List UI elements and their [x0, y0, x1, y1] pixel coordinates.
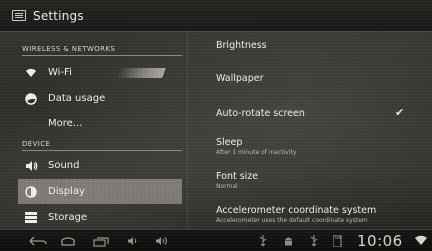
recent-apps-icon[interactable] [93, 234, 109, 248]
pref-title: Sleep [216, 137, 243, 148]
pref-accelerometer[interactable]: Accelerometer coordinate system Accelero… [216, 205, 416, 224]
speaker-icon [23, 160, 39, 172]
system-bar: 10:06 [0, 229, 432, 251]
header-divider [22, 150, 182, 151]
pref-title: Auto-rotate screen [216, 108, 305, 119]
home-icon[interactable] [60, 234, 76, 248]
action-bar: Settings [0, 0, 432, 32]
pref-summary: Accelerometer uses the default coordinat… [216, 217, 368, 224]
pref-title: Accelerometer coordinate system [216, 205, 377, 216]
pref-sleep[interactable]: Sleep After 1 minute of inactivity [216, 137, 416, 156]
sidebar-item-storage[interactable]: Storage [18, 205, 182, 230]
pref-auto-rotate[interactable]: Auto-rotate screen [216, 108, 416, 119]
usb-icon [258, 235, 268, 247]
pref-title: Font size [216, 171, 259, 182]
sidebar-item-label: Storage [48, 212, 88, 223]
sidebar-item-data-usage[interactable]: Data usage [18, 86, 182, 111]
wifi-signal-icon [414, 234, 428, 246]
wifi-toggle[interactable] [116, 68, 166, 78]
sidebar-item-display[interactable]: Display [18, 179, 182, 204]
sidebar-item-label: More... [48, 118, 83, 129]
header-wireless-networks: WIRELESS & NETWORKS [22, 45, 116, 53]
settings-categories: WIRELESS & NETWORKS Wi-Fi Data usage Mor… [0, 31, 187, 229]
action-bar-title: Settings [33, 8, 84, 23]
sidebar-item-wifi[interactable]: Wi-Fi [18, 60, 182, 85]
display-settings-list: Brightness Wallpaper Auto-rotate screen … [188, 31, 432, 229]
sidebar-item-label: Sound [48, 160, 80, 171]
back-icon[interactable] [28, 234, 48, 248]
usb-icon [309, 235, 319, 247]
pref-title: Brightness [216, 40, 267, 51]
pref-wallpaper[interactable]: Wallpaper [216, 73, 416, 84]
settings-app-icon[interactable] [12, 10, 26, 21]
sidebar-item-label: Wi-Fi [48, 67, 72, 78]
pref-summary: Normal [216, 183, 238, 190]
android-debug-icon [283, 235, 294, 247]
sidebar-item-label: Data usage [48, 93, 106, 104]
pref-brightness[interactable]: Brightness [216, 40, 416, 51]
pref-summary: After 1 minute of inactivity [216, 149, 297, 156]
pref-title: Wallpaper [216, 73, 264, 84]
sidebar-item-sound[interactable]: Sound [18, 153, 182, 178]
header-divider [22, 55, 182, 56]
display-icon [23, 185, 39, 198]
sd-card-icon [333, 235, 342, 247]
sidebar-item-more[interactable]: More... [18, 111, 182, 136]
pref-font-size[interactable]: Font size Normal [216, 171, 416, 190]
settings-screen: Settings WIRELESS & NETWORKS Wi-Fi Data … [0, 0, 432, 251]
volume-down-icon[interactable] [127, 234, 139, 248]
volume-up-icon[interactable] [155, 234, 169, 248]
sidebar-item-label: Display [48, 186, 85, 197]
data-usage-icon [23, 92, 39, 105]
clock: 10:06 [357, 232, 403, 250]
header-device: DEVICE [22, 140, 51, 148]
auto-rotate-checkbox[interactable]: ✔ [395, 106, 404, 119]
wifi-icon [23, 68, 39, 78]
storage-icon [23, 212, 39, 223]
